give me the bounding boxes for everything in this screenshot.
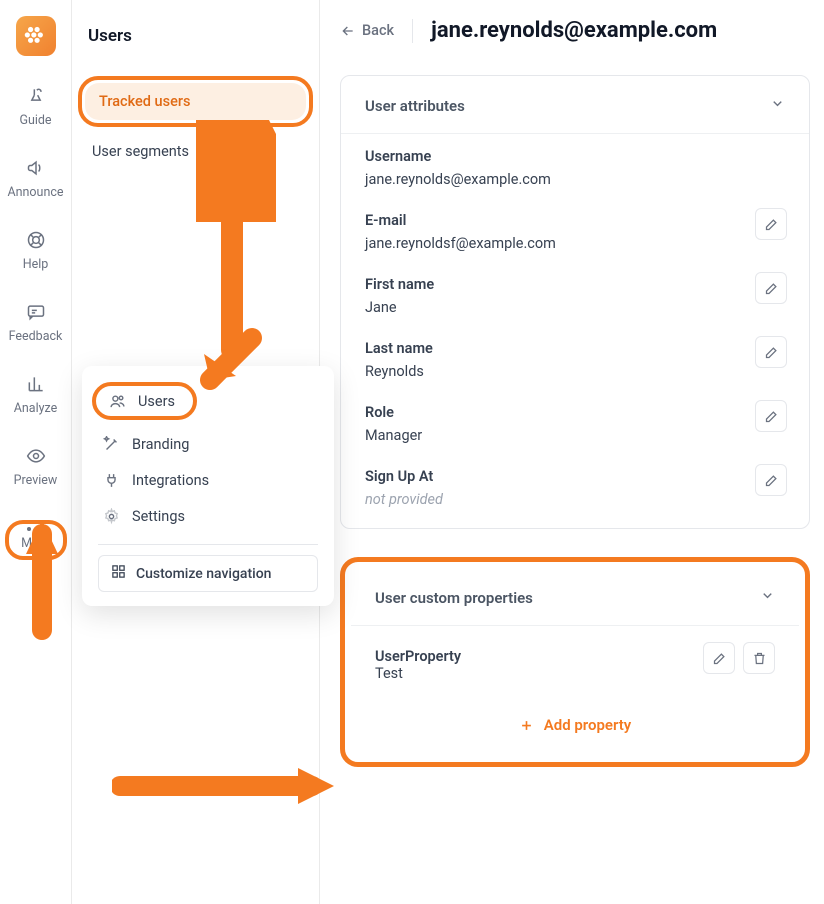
attr-role-label: Role [365,404,785,421]
popover-users-highlight: Users [92,382,197,420]
arrow-left-icon [340,23,356,39]
megaphone-icon [24,156,48,180]
attr-last-name: Last name Reynolds [365,340,785,380]
custom-properties-card: User custom properties UserProperty Test [351,568,799,756]
nav-feedback[interactable]: Feedback [0,300,71,344]
customize-navigation-button[interactable]: Customize navigation [98,555,318,592]
customize-navigation-label: Customize navigation [136,566,271,582]
main-header: Back jane.reynolds@example.com [340,18,810,43]
nav-analyze[interactable]: Analyze [0,372,71,416]
annotation-arrow [196,120,276,360]
gear-icon [102,507,120,525]
pencil-icon [712,651,727,666]
nav-help[interactable]: Help [0,228,71,272]
popover-item-integrations[interactable]: Integrations [82,462,334,498]
pencil-icon [764,345,779,360]
users-icon [108,392,126,410]
lifebuoy-icon [24,228,48,252]
attr-email-value: jane.reynoldsf@example.com [365,235,785,252]
nav-preview[interactable]: Preview [0,444,71,488]
app-logo[interactable] [16,16,56,56]
nav-feedback-label: Feedback [9,329,63,344]
popover-users-label: Users [138,393,175,410]
custom-property-row: UserProperty Test [375,648,775,682]
user-attributes-card: User attributes Username jane.reynolds@e… [340,75,810,529]
nav-announce-label: Announce [7,185,63,200]
popover-item-branding[interactable]: Branding [82,426,334,462]
nav-analyze-label: Analyze [14,401,58,416]
sidebar-title: Users [72,22,319,76]
eye-icon [24,444,48,468]
back-label: Back [362,22,394,39]
popover-item-settings[interactable]: Settings [82,498,334,534]
edit-custom-property-button[interactable] [703,642,735,674]
annotation-arrow [112,762,342,812]
attr-first-label: First name [365,276,785,293]
attr-signup: Sign Up At not provided [365,468,785,508]
attr-last-label: Last name [365,340,785,357]
pencil-icon [764,281,779,296]
pencil-icon [764,409,779,424]
attr-signup-label: Sign Up At [365,468,785,485]
edit-first-name-button[interactable] [755,272,787,304]
edit-signup-button[interactable] [755,464,787,496]
bar-chart-icon [24,372,48,396]
attr-username: Username jane.reynolds@example.com [365,148,785,188]
custom-properties-body: UserProperty Test Add property [351,626,799,756]
plug-icon [102,471,120,489]
sidebar-item-tracked-users[interactable]: Tracked users [85,83,306,120]
chevron-down-icon [760,588,775,607]
attr-role-value: Manager [365,427,785,444]
plus-icon [519,718,534,733]
pencil-icon [764,217,779,232]
custom-properties-highlight: User custom properties UserProperty Test [340,557,810,767]
attr-username-value: jane.reynolds@example.com [365,171,785,188]
annotation-arrow [22,510,72,640]
popover-branding-label: Branding [132,436,189,453]
nav-help-label: Help [23,257,49,272]
custom-properties-header[interactable]: User custom properties [351,568,799,626]
annotation-arrow [192,326,262,396]
edit-last-name-button[interactable] [755,336,787,368]
trash-icon [752,651,767,666]
attr-email-label: E-mail [365,212,785,229]
popover-item-users[interactable]: Users [102,388,181,414]
back-button[interactable]: Back [340,22,394,39]
popover-integrations-label: Integrations [132,472,209,489]
nav-guide-label: Guide [19,113,51,128]
pencil-icon [764,473,779,488]
attr-email: E-mail jane.reynoldsf@example.com [365,212,785,252]
add-property-label: Add property [544,716,632,734]
wand-icon [102,435,120,453]
attr-first-value: Jane [365,299,785,316]
edit-email-button[interactable] [755,208,787,240]
custom-properties-title: User custom properties [375,589,533,607]
popover-settings-label: Settings [132,508,185,525]
user-attributes-header[interactable]: User attributes [341,76,809,134]
grid-icon [111,564,126,583]
attr-first-name: First name Jane [365,276,785,316]
attr-last-value: Reynolds [365,363,785,380]
nav-preview-label: Preview [14,473,58,488]
nav-guide[interactable]: Guide [0,84,71,128]
page-title: jane.reynolds@example.com [431,18,717,43]
user-attributes-body: Username jane.reynolds@example.com E-mai… [341,134,809,528]
chat-icon [24,300,48,324]
popover-divider [98,544,318,545]
attr-role: Role Manager [365,404,785,444]
edit-role-button[interactable] [755,400,787,432]
more-popover: Users Branding Integrations Settings Cus… [82,366,334,606]
attr-username-label: Username [365,148,785,165]
nav-rail: Guide Announce Help Feedback Analyze Pre… [0,0,72,904]
nav-announce[interactable]: Announce [0,156,71,200]
header-divider [412,19,413,43]
delete-custom-property-button[interactable] [743,642,775,674]
user-attributes-title: User attributes [365,97,465,115]
pointer-icon [24,84,48,108]
chevron-down-icon [770,96,785,115]
add-property-button[interactable]: Add property [375,710,775,748]
main-content: Back jane.reynolds@example.com User attr… [320,0,824,904]
attr-signup-value: not provided [365,491,785,508]
